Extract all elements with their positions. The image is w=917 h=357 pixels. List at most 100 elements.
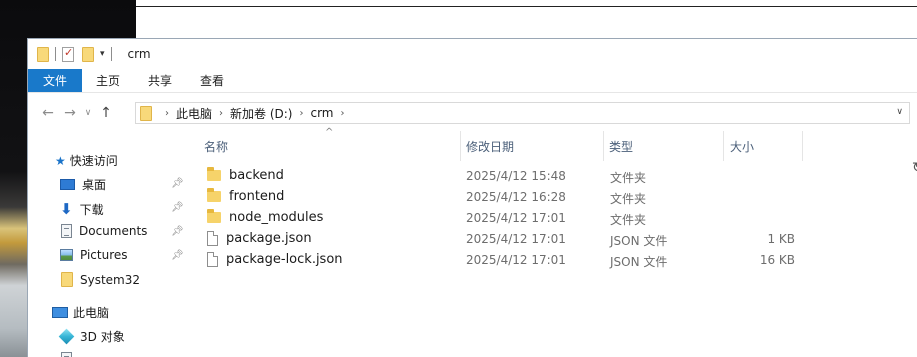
refresh-icon[interactable]: ↻ [912,160,917,176]
file-row[interactable]: node_modules 2025/4/12 17:01 文件夹 [200,207,810,228]
folder-icon [207,167,221,181]
document-icon [61,224,72,238]
nav-item-desktop[interactable]: 桌面 [60,176,106,193]
file-icon [207,252,218,267]
column-divider[interactable] [460,131,461,161]
document-icon [61,352,72,357]
forward-arrow-icon[interactable]: → [59,105,81,121]
pin-icon: 📌︎ [171,178,184,189]
tab-file[interactable]: 文件 [28,69,83,92]
file-size: 16 KB [759,253,795,267]
file-row[interactable]: package-lock.json 2025/4/12 17:01 JSON 文… [200,249,810,270]
pin-icon: 📌︎ [171,226,184,237]
ribbon-tabs: 文件 主页 共享 查看 [28,69,917,93]
nav-label: 桌面 [82,178,107,192]
column-header-label: 修改日期 [466,139,515,154]
folder-icon [61,272,73,287]
customize-toolbar-icon[interactable]: ▾ [100,49,105,59]
nav-label: 快速访问 [69,154,118,168]
computer-icon [52,307,68,318]
back-arrow-icon[interactable]: ← [37,105,59,121]
nav-item-3d-objects[interactable]: 3D 对象 [58,328,125,345]
column-header-date[interactable]: 修改日期 [466,131,514,161]
up-arrow-icon[interactable]: ↑ [95,105,117,121]
tab-home[interactable]: 主页 [82,69,134,92]
nav-item-downloads[interactable]: ⬇ 下载 [60,200,104,218]
column-header-type[interactable]: 类型 [609,131,633,161]
background-window-edge [136,6,917,7]
file-date: 2025/4/12 17:01 [466,232,566,246]
folder-icon [37,46,49,62]
column-divider[interactable] [603,131,604,161]
file-name-cell: backend [207,167,284,183]
tab-view[interactable]: 查看 [186,69,238,92]
toolbar-separator [55,47,56,61]
file-icon [207,231,218,246]
sort-ascending-icon: ^ [325,127,334,138]
column-header-label: 名称 [204,139,229,154]
file-name-cell: package-lock.json [207,252,343,267]
column-header-name[interactable]: 名称 [204,131,228,161]
file-explorer-window: ▾ crm 文件 主页 共享 查看 ← → ∨ ↑ › 此电脑 › 新加卷 (D… [27,38,917,357]
file-type: 文件夹 [610,171,647,185]
file-name-cell: frontend [207,188,285,204]
address-bar[interactable]: › 此电脑 › 新加卷 (D:) › crm › ∨ [135,102,910,124]
folder-icon [207,209,221,223]
file-row[interactable]: package.json 2025/4/12 17:01 JSON 文件 1 K… [200,228,810,249]
column-divider[interactable] [723,131,724,161]
3d-objects-icon [58,328,75,345]
recent-locations-chevron-icon[interactable]: ∨ [81,108,95,118]
download-icon: ⬇ [60,200,73,218]
file-row[interactable]: backend 2025/4/12 15:48 文件夹 [200,165,810,186]
breadcrumb-crm[interactable]: crm [310,106,333,120]
nav-item-documents[interactable]: Documents [61,224,147,238]
folder-icon [207,188,221,202]
file-name-cell: node_modules [207,209,324,225]
background-window [136,0,917,40]
new-folder-icon[interactable] [82,46,94,62]
file-type: 文件夹 [610,192,647,206]
column-divider[interactable] [802,131,803,161]
breadcrumb-this-pc[interactable]: 此电脑 [176,105,212,122]
quick-access-toolbar: ▾ [37,46,118,62]
breadcrumb-drive-d[interactable]: 新加卷 (D:) [230,105,292,122]
star-icon: ★ [55,153,66,168]
nav-label: Documents [79,224,148,238]
nav-label: 下载 [79,202,104,217]
nav-label: 此电脑 [73,306,110,320]
file-date: 2025/4/12 16:28 [466,190,566,204]
chevron-right-icon[interactable]: › [341,108,345,119]
toolbar-separator [110,47,112,61]
file-date: 2025/4/12 17:01 [466,211,566,225]
file-name: package-lock.json [226,252,343,267]
column-header-size[interactable]: 大小 [730,131,754,161]
column-header-label: 类型 [609,139,634,154]
file-name: node_modules [229,210,324,225]
desktop-icon [60,179,75,190]
nav-item-documents-2[interactable] [61,352,72,357]
tab-share[interactable]: 共享 [134,69,186,92]
chevron-right-icon[interactable]: › [165,108,169,119]
file-name-cell: package.json [207,231,312,246]
file-type: JSON 文件 [610,234,668,248]
properties-icon[interactable] [62,46,74,62]
nav-item-pictures[interactable]: Pictures [60,248,128,262]
file-name: package.json [226,231,312,246]
file-date: 2025/4/12 15:48 [466,169,566,183]
nav-label: Pictures [80,248,128,262]
file-name: frontend [229,189,285,204]
nav-item-system32[interactable]: System32 [61,272,140,287]
address-folder-icon [140,105,152,121]
chevron-right-icon[interactable]: › [299,108,303,119]
file-type: 文件夹 [610,213,647,227]
file-date: 2025/4/12 17:01 [466,253,566,267]
file-name: backend [229,168,284,183]
pictures-icon [60,249,73,261]
nav-this-pc[interactable]: 此电脑 [52,304,109,321]
address-history-chevron-icon[interactable]: ∨ [896,107,903,117]
nav-quick-access[interactable]: ★ 快速访问 [55,152,118,169]
navigation-pane: ★ 快速访问 桌面 📌︎ ⬇ 下载 📌︎ Documents 📌︎ Pictur… [28,128,188,357]
file-row[interactable]: frontend 2025/4/12 16:28 文件夹 [200,186,810,207]
chevron-right-icon[interactable]: › [219,108,223,119]
nav-label: System32 [80,272,141,287]
